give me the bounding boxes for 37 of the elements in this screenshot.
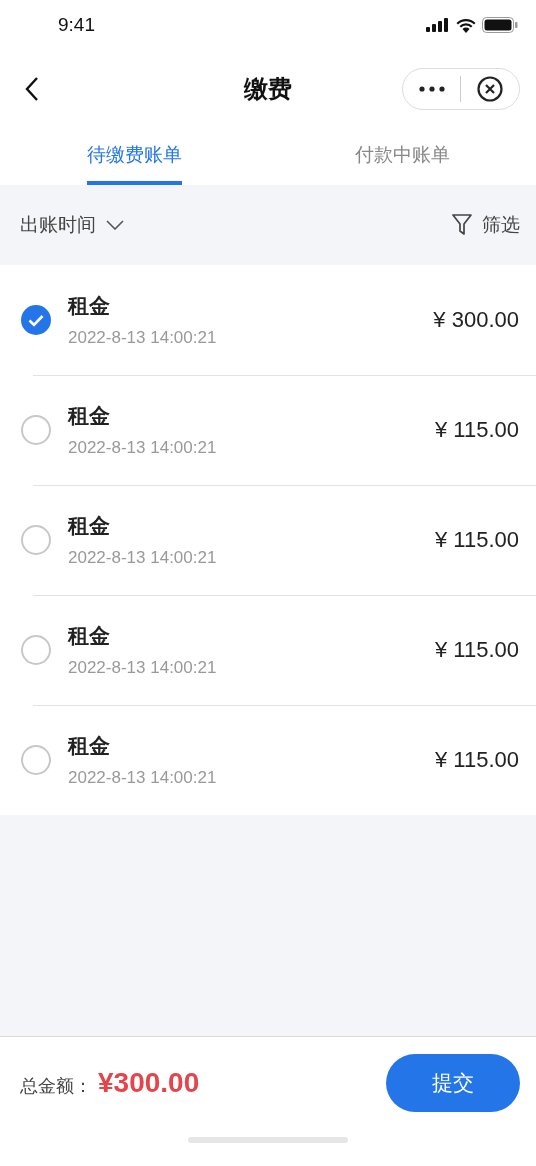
bill-amount: ¥ 115.00: [435, 526, 519, 553]
checkbox[interactable]: [21, 745, 51, 775]
back-icon[interactable]: [24, 76, 40, 102]
sort-dropdown[interactable]: 出账时间: [20, 212, 124, 238]
wifi-icon: [456, 17, 476, 33]
bill-name: 租金: [68, 512, 111, 539]
chevron-down-icon: [106, 220, 124, 230]
bill-time: 2022-8-13 14:00:21: [68, 768, 217, 788]
tab[interactable]: 待缴费账单: [86, 128, 182, 185]
bill-name: 租金: [68, 402, 111, 429]
battery-icon: [482, 17, 518, 33]
bill-amount: ¥ 300.00: [433, 306, 519, 333]
submit-button[interactable]: 提交: [386, 1054, 520, 1112]
signal-icon: [426, 18, 450, 32]
more-icon[interactable]: [418, 86, 445, 92]
tab[interactable]: 付款中账单: [354, 128, 450, 185]
bill-amount: ¥ 115.00: [435, 747, 519, 773]
bill-time: 2022-8-13 14:00:21: [68, 657, 217, 678]
bill-amount: ¥ 115.00: [435, 636, 519, 663]
total-amount: ¥300.00: [98, 1067, 200, 1099]
funnel-icon: [452, 214, 472, 236]
checkbox[interactable]: [21, 635, 51, 665]
bill-name: 租金: [68, 292, 111, 319]
filter-button[interactable]: 筛选: [452, 212, 520, 238]
checkbox[interactable]: [21, 415, 51, 445]
bill-name: 租金: [68, 622, 111, 649]
checkbox[interactable]: [21, 525, 51, 555]
bill-time: 2022-8-13 14:00:21: [68, 437, 217, 458]
bill-amount: ¥ 115.00: [435, 416, 519, 443]
status-time: 9:41: [58, 14, 95, 36]
bill-name: 租金: [68, 733, 111, 759]
checkbox[interactable]: [21, 305, 51, 335]
bill-time: 2022-8-13 14:00:21: [68, 547, 217, 568]
page-title: 缴费: [244, 74, 292, 104]
bill-time: 2022-8-13 14:00:21: [68, 327, 217, 348]
total-label: 总金额：: [20, 1075, 92, 1098]
close-icon[interactable]: [477, 76, 504, 102]
